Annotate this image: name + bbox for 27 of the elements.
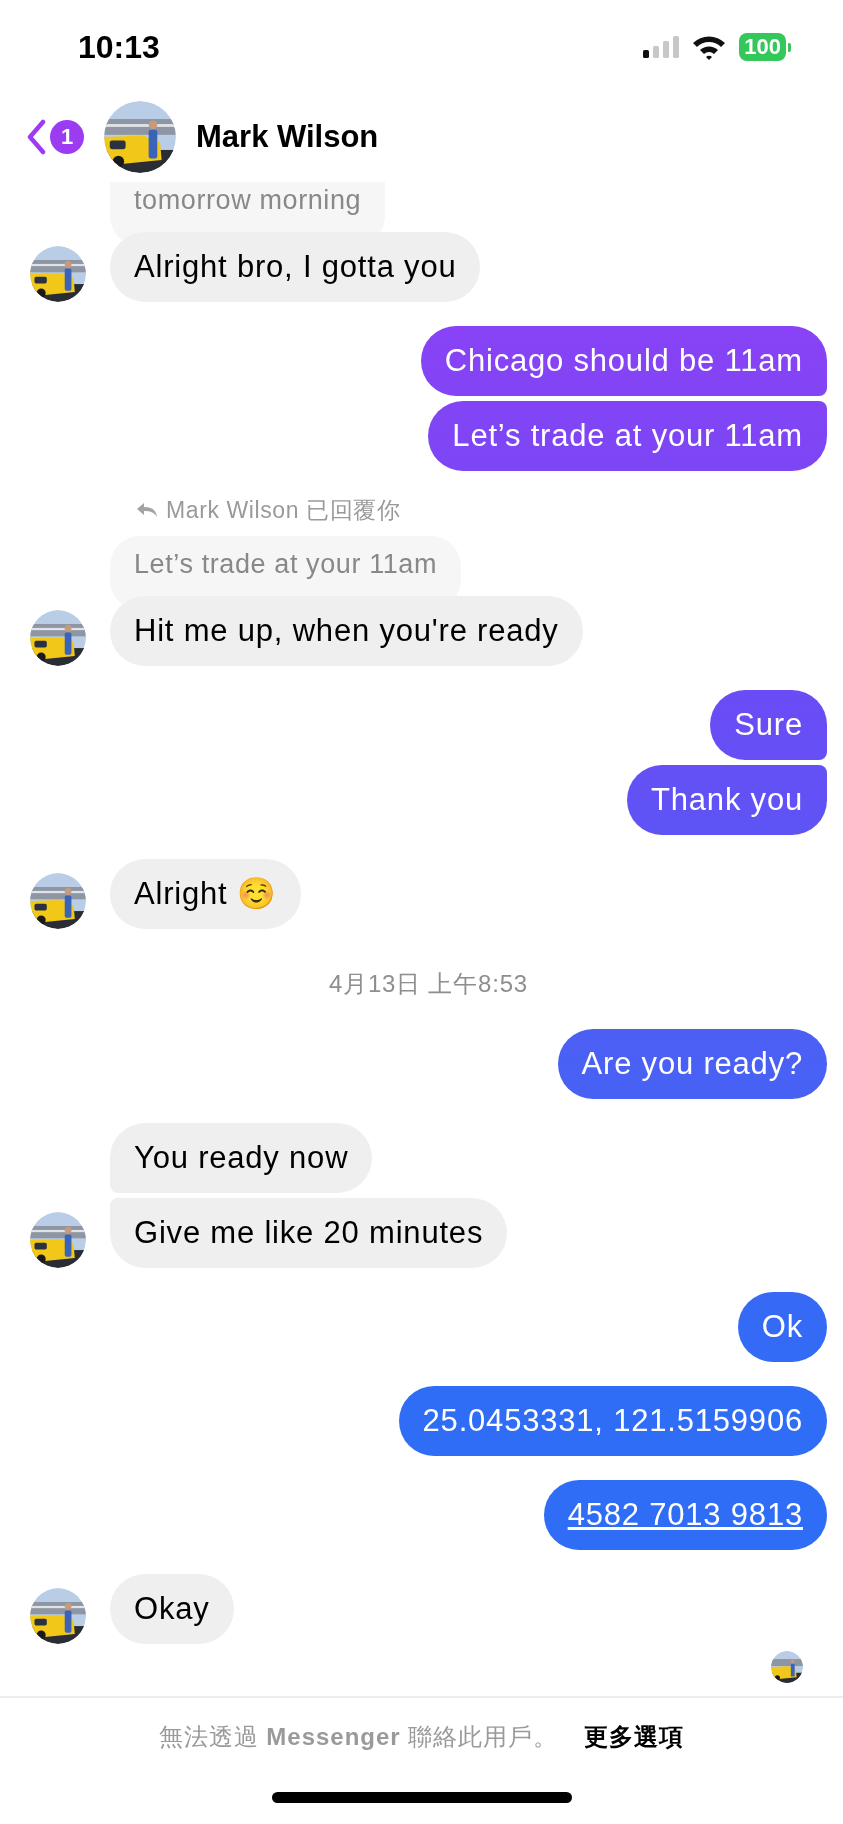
- message-bubble: Chicago should be 11am: [420, 326, 827, 396]
- back-button[interactable]: 1: [26, 119, 84, 155]
- message-bubble: Hit me up, when you're ready: [110, 596, 583, 666]
- contact-name: Mark Wilson: [196, 119, 379, 155]
- message-bubble: You ready now: [110, 1123, 373, 1193]
- message-bubble: Ok: [737, 1292, 827, 1362]
- message-link[interactable]: 4582 7013 9813: [543, 1480, 827, 1550]
- message-bubble: Sure: [710, 690, 827, 760]
- timestamp: 4月13日 上午8:53: [329, 969, 528, 999]
- message-bubble: Alright ☺: [110, 859, 301, 929]
- message-bubble: 25.0453331, 121.5159906: [398, 1386, 827, 1456]
- message-bubble: Let’s trade at your 11am: [428, 401, 827, 471]
- message-bubble: Give me like 20 minutes: [110, 1198, 508, 1268]
- more-options-button[interactable]: 更多選項: [584, 1721, 685, 1753]
- unread-badge: 1: [50, 120, 84, 154]
- reply-note: Mark Wilson 已回覆你: [166, 496, 401, 525]
- wifi-icon: [691, 34, 728, 60]
- status-time: 10:13: [78, 28, 160, 66]
- message-bubble: Thank you: [627, 765, 827, 835]
- message-bubble: Okay: [110, 1574, 234, 1644]
- chevron-left-icon: [26, 119, 46, 155]
- battery-level: 100: [739, 33, 786, 61]
- reply-icon: [136, 502, 158, 518]
- signal-icon: [643, 36, 680, 58]
- message-bubble: Alright bro, I gotta you: [110, 232, 481, 302]
- message-bubble: Are you ready?: [557, 1029, 827, 1099]
- notice-text: 無法透過 Messenger 聯絡此用戶。: [158, 1722, 559, 1752]
